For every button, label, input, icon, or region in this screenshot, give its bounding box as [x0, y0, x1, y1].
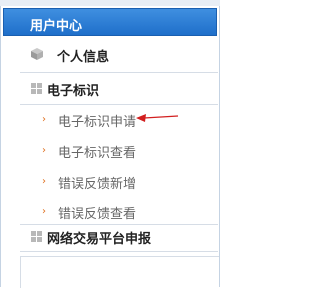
header-title: 用户中心	[30, 19, 83, 34]
user-center-header: 用户中心	[3, 8, 217, 36]
grid-icon	[31, 83, 42, 94]
sub-item-error-feedback-add[interactable]: 错误反馈新增	[58, 173, 136, 192]
chevron-right-icon: ›	[42, 145, 46, 156]
menu-label-personal-info[interactable]: 个人信息	[57, 46, 109, 65]
red-arrow-icon	[136, 114, 179, 122]
cube-icon	[31, 48, 43, 60]
chevron-right-icon: ›	[42, 114, 46, 125]
section-label-online-trade[interactable]: 网络交易平台申报	[47, 228, 151, 247]
section-label-electronic-id[interactable]: 电子标识	[47, 80, 99, 99]
sub-item-error-feedback-view[interactable]: 错误反馈查看	[58, 203, 136, 222]
sub-item-eid-view[interactable]: 电子标识查看	[58, 142, 136, 161]
sub-item-eid-apply[interactable]: 电子标识申请	[58, 111, 136, 130]
chevron-right-icon: ›	[42, 206, 46, 217]
chevron-right-icon: ›	[42, 176, 46, 187]
grid-icon	[31, 231, 42, 242]
menu-item-personal-info[interactable]	[20, 38, 218, 73]
empty-area	[20, 256, 219, 288]
